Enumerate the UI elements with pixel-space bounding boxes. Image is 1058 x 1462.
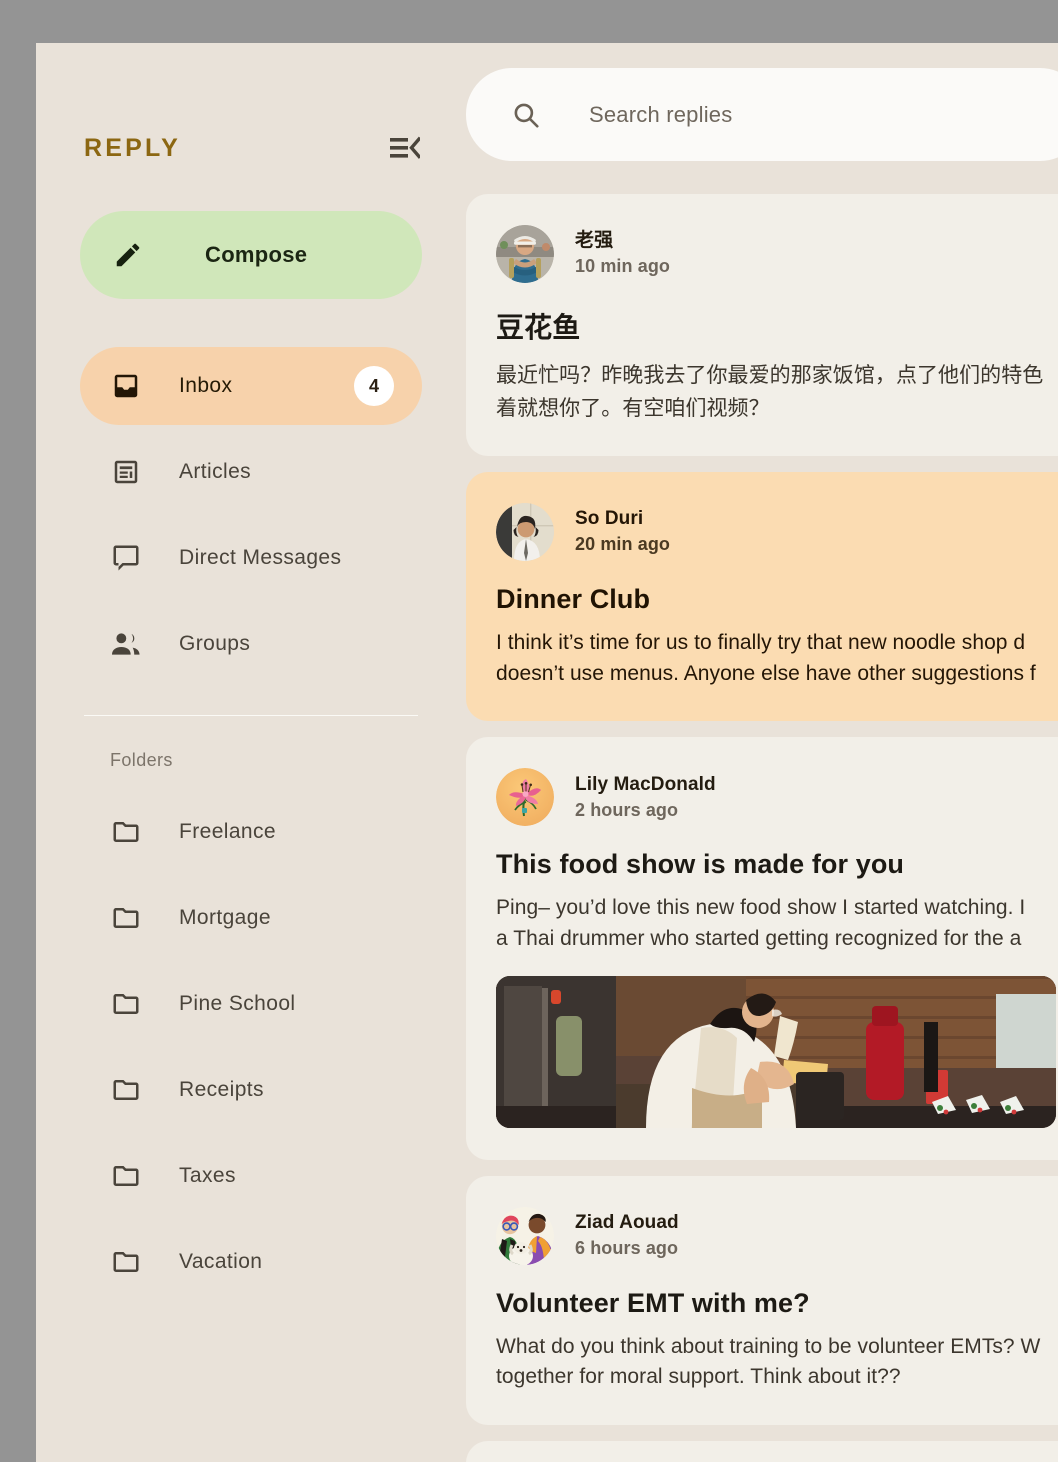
thread-timestamp: 2 hours ago [575, 799, 679, 820]
thread-card[interactable]: Ziad Aouad 6 hours ago Volunteer EMT wit… [466, 1175, 1058, 1426]
folder-label: Mortgage [179, 906, 271, 929]
folder-label: Receipts [179, 1078, 264, 1101]
thread-list-pane: Search replies 老强 10 min ago 豆花鱼 最近忙吗？昨晚… [466, 43, 1058, 1462]
search-icon [510, 99, 542, 131]
folder-label: Vacation [179, 1250, 263, 1273]
folders-caption: Folders [110, 750, 173, 770]
sender-name: Lily MacDonald [575, 773, 716, 795]
thread-preview: I think it’s time for us to finally try … [496, 631, 1036, 685]
avatar [496, 1206, 554, 1265]
folder-icon [110, 816, 142, 848]
thread-preview: What do you think about training to be v… [496, 1334, 1041, 1389]
thread-card[interactable] [466, 1441, 1058, 1462]
folder-icon [110, 1160, 142, 1192]
sidebar-folder-taxes[interactable]: Taxes [80, 1137, 422, 1215]
thread-header: Ziad Aouad 6 hours ago [496, 1206, 1056, 1265]
folder-label: Taxes [179, 1164, 236, 1187]
folder-icon [110, 902, 142, 934]
folder-icon [110, 988, 142, 1020]
search-input[interactable]: Search replies [589, 102, 732, 128]
thread-subject: Volunteer EMT with me? [496, 1287, 810, 1318]
thread-subject: Dinner Club [496, 584, 651, 615]
thread-subject: This food show is made for you [496, 849, 905, 880]
sidebar-item-inbox[interactable]: Inbox 4 [80, 347, 422, 425]
thread-preview: Ping– you’d love this new food show I st… [496, 896, 1026, 951]
primary-nav: Inbox 4 Articles Direct Messages Groups [80, 347, 422, 683]
sidebar-item-label: Inbox [179, 374, 233, 397]
people-icon [110, 628, 142, 660]
sidebar: REPLY Compose Inbox 4 Articles Direct Me… [36, 43, 466, 1462]
sidebar-folder-freelance[interactable]: Freelance [80, 793, 422, 871]
sidebar-item-articles[interactable]: Articles [80, 433, 422, 511]
folder-label: Pine School [179, 992, 296, 1015]
sidebar-folder-mortgage[interactable]: Mortgage [80, 879, 422, 957]
thread-subject: 豆花鱼 [496, 311, 581, 344]
avatar [496, 225, 554, 283]
pencil-icon [112, 239, 144, 271]
thread-timestamp: 6 hours ago [575, 1237, 679, 1258]
thread-header: Lily MacDonald 2 hours ago [496, 768, 1056, 827]
sidebar-divider [84, 715, 418, 716]
thread-card[interactable]: Lily MacDonald 2 hours ago This food sho… [466, 737, 1058, 1160]
chat-bubble-icon [110, 542, 142, 574]
sidebar-item-groups[interactable]: Groups [80, 605, 422, 683]
compose-label: Compose [205, 242, 308, 267]
compose-button[interactable]: Compose [80, 211, 422, 299]
search-bar[interactable]: Search replies [466, 68, 1058, 161]
thread-card[interactable]: 老强 10 min ago 豆花鱼 最近忙吗？昨晚我去了你最爱的那家饭馆，点了他… [466, 194, 1058, 457]
thread-preview: 最近忙吗？昨晚我去了你最爱的那家饭馆，点了他们的特色 着就想你了。有空咱们视频？ [496, 363, 1044, 420]
avatar [496, 503, 554, 562]
sidebar-folder-vacation[interactable]: Vacation [80, 1223, 422, 1301]
thread-timestamp: 20 min ago [575, 534, 671, 555]
sidebar-item-direct-messages[interactable]: Direct Messages [80, 519, 422, 597]
avatar [496, 768, 554, 827]
folder-icon [110, 1074, 142, 1106]
attachment-image[interactable] [496, 975, 1056, 1128]
thread-meta: Lily MacDonald 2 hours ago [575, 773, 716, 822]
folder-icon [110, 1246, 142, 1278]
folder-nav: Freelance Mortgage Pine School Receipts [80, 793, 422, 1301]
thread-header: 老强 10 min ago [496, 225, 1056, 283]
app-window: REPLY Compose Inbox 4 Articles Direct Me… [36, 43, 1058, 1462]
sidebar-item-label: Groups [179, 632, 251, 655]
sender-name: 老强 [575, 230, 614, 252]
thread-header: So Duri 20 min ago [496, 503, 1056, 562]
thread-list[interactable]: 老强 10 min ago 豆花鱼 最近忙吗？昨晚我去了你最爱的那家饭馆，点了他… [466, 194, 1058, 1462]
thread-meta: 老强 10 min ago [575, 229, 670, 278]
folder-label: Freelance [179, 820, 276, 843]
inbox-icon [110, 370, 142, 402]
menu-collapse-icon[interactable] [388, 131, 422, 165]
sidebar-header: REPLY [80, 118, 422, 178]
sender-name: So Duri [575, 508, 644, 530]
thread-meta: So Duri 20 min ago [575, 507, 670, 556]
inbox-unread-badge: 4 [354, 366, 394, 406]
sidebar-item-label: Direct Messages [179, 546, 342, 569]
thread-meta: Ziad Aouad 6 hours ago [575, 1211, 679, 1260]
brand-logo: REPLY [84, 133, 182, 162]
thread-timestamp: 10 min ago [575, 256, 671, 277]
sidebar-folder-receipts[interactable]: Receipts [80, 1051, 422, 1129]
sender-name: Ziad Aouad [575, 1212, 679, 1234]
sidebar-item-label: Articles [179, 460, 252, 483]
sidebar-folder-pine-school[interactable]: Pine School [80, 965, 422, 1043]
article-icon [110, 456, 142, 488]
thread-card[interactable]: So Duri 20 min ago Dinner Club I think i… [466, 472, 1058, 722]
